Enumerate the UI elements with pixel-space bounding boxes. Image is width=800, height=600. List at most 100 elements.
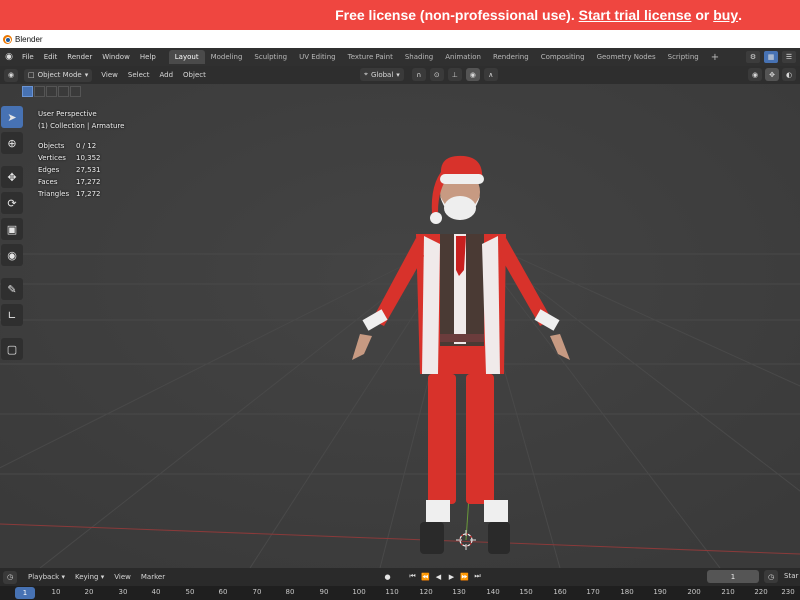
transform-orientation-label: Global [370,70,394,79]
menu-view[interactable]: View [96,71,123,79]
menu-timeline-view[interactable]: View [109,573,136,581]
play-icon[interactable]: ▶ [446,570,457,583]
visibility-icon[interactable]: ◉ [748,68,762,81]
current-frame-field[interactable]: 1 [707,570,759,583]
ruler-tick: 180 [620,588,634,596]
ruler-tick: 220 [754,588,768,596]
stat-row: Edges 27,531 [38,164,124,176]
top-menu-bar: ◉ File Edit Render Window Help Layout Mo… [0,48,800,66]
clock-icon[interactable]: ◷ [764,570,778,583]
proportional-edit-icon[interactable]: ◉ [465,68,480,81]
falloff-icon[interactable]: ∧ [483,68,498,81]
stat-value: 0 / 12 [76,142,97,150]
ruler-tick: 110 [385,588,399,596]
menu-keying[interactable]: Keying ▾ [70,573,109,581]
object-mode-icon: □ [28,71,35,79]
viewport-stats-overlay: User Perspective (1) Collection | Armatu… [38,108,124,200]
tab-animation[interactable]: Animation [439,50,487,64]
select-mode-group [22,86,81,97]
select-new-icon[interactable] [22,86,33,97]
tab-modeling[interactable]: Modeling [205,50,249,64]
pivot-point-icon[interactable]: ∩ [411,68,426,81]
ruler-tick: 200 [687,588,701,596]
annotate-tool-icon[interactable]: ✎ [1,278,23,300]
menu-edit[interactable]: Edit [39,53,63,61]
tab-texture-paint[interactable]: Texture Paint [342,50,399,64]
next-keyframe-icon[interactable]: ⏩ [459,570,470,583]
stat-value: 10,352 [76,154,101,162]
tab-shading[interactable]: Shading [399,50,439,64]
ruler-tick: 130 [452,588,466,596]
ruler-tick: 70 [252,588,262,596]
menu-playback[interactable]: Playback ▾ [23,573,70,581]
stat-row: Objects 0 / 12 [38,140,124,152]
tab-layout[interactable]: Layout [168,50,205,64]
ruler-tick: 150 [519,588,533,596]
start-frame-label: Star [784,572,799,580]
snap-icon[interactable]: ⊙ [429,68,444,81]
menu-add[interactable]: Add [154,71,178,79]
frame-ruler[interactable]: 1 10 20 30 40 50 60 70 80 90 100 110 120… [0,586,800,600]
jump-start-icon[interactable]: ⏮ [407,570,418,583]
jump-end-icon[interactable]: ⏭ [472,570,483,583]
object-mode-dropdown[interactable]: □ Object Mode ▾ [24,68,93,82]
menu-file[interactable]: File [17,53,39,61]
stat-value: 27,531 [76,166,101,174]
overlay-icon[interactable]: ◐ [782,68,796,81]
tab-scripting[interactable]: Scripting [662,50,705,64]
menu-select[interactable]: Select [123,71,155,79]
select-invert-icon[interactable] [58,86,69,97]
chevron-down-icon: ▾ [84,71,89,79]
current-frame-indicator[interactable]: 1 [15,587,35,599]
record-icon[interactable]: ● [382,570,393,583]
select-extend-icon[interactable] [34,86,45,97]
view-name: User Perspective [38,110,97,118]
play-reverse-icon[interactable]: ◀ [433,570,444,583]
tab-compositing[interactable]: Compositing [535,50,591,64]
editor-type-button[interactable]: ◉ [4,68,18,82]
tab-sculpting[interactable]: Sculpting [248,50,293,64]
tab-uv-editing[interactable]: UV Editing [293,50,342,64]
buy-link[interactable]: buy [713,7,738,23]
tab-geometry-nodes[interactable]: Geometry Nodes [591,50,662,64]
timeline-editor-icon[interactable]: ◷ [3,570,17,584]
stat-value: 17,272 [76,190,101,198]
add-cube-tool-icon[interactable]: ▢ [1,338,23,360]
snap-target-icon[interactable]: ⊥ [447,68,462,81]
or-text: or [695,7,710,23]
rotate-tool-icon[interactable]: ⟳ [1,192,23,214]
scale-tool-icon[interactable]: ▣ [1,218,23,240]
select-subtract-icon[interactable] [46,86,57,97]
transform-orientation-dropdown[interactable]: ⌖ Global ▾ [360,68,404,81]
prev-keyframe-icon[interactable]: ⏪ [420,570,431,583]
menu-help[interactable]: Help [135,53,161,61]
license-text: Free license (non-professional use). [335,7,575,23]
add-workspace-button[interactable]: + [705,52,725,63]
scene-icon[interactable]: ⚙ [746,51,760,63]
tab-rendering[interactable]: Rendering [487,50,535,64]
ruler-tick: 120 [419,588,433,596]
ruler-tick: 80 [285,588,295,596]
stat-label: Objects [38,142,65,150]
blender-menu-icon[interactable]: ◉ [3,51,15,63]
cursor-tool-icon[interactable]: ⊕ [1,132,23,154]
window-titlebar: Blender [0,30,800,48]
ruler-tick: 20 [84,588,94,596]
gizmo-icon[interactable]: ✥ [765,68,779,81]
menu-window[interactable]: Window [97,53,135,61]
tool-shelf: ➤ ⊕ ✥ ⟳ ▣ ◉ ✎ ∟ ▢ [0,106,24,360]
select-intersect-icon[interactable] [70,86,81,97]
editor-type-icon[interactable]: ☰ [782,51,796,63]
ruler-tick: 140 [486,588,500,596]
start-trial-link[interactable]: Start trial license [579,7,692,23]
measure-tool-icon[interactable]: ∟ [1,304,23,326]
menu-object[interactable]: Object [178,71,211,79]
select-box-tool-icon[interactable]: ➤ [1,106,23,128]
move-tool-icon[interactable]: ✥ [1,166,23,188]
view-layer-icon[interactable]: ▦ [764,51,778,63]
banner-period: . [738,7,742,23]
menu-render[interactable]: Render [62,53,97,61]
menu-marker[interactable]: Marker [136,573,170,581]
transform-tool-icon[interactable]: ◉ [1,244,23,266]
stat-label: Vertices [38,154,66,162]
